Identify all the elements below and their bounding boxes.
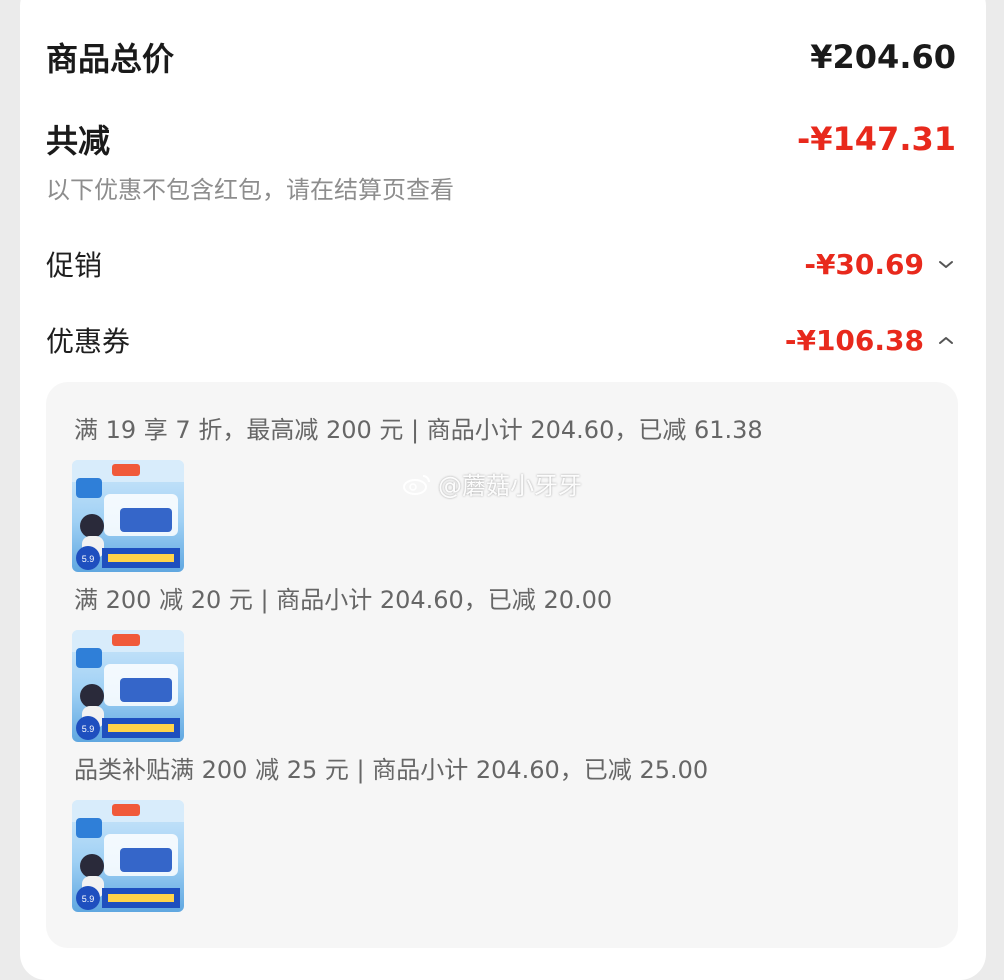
product-thumbnail[interactable]: 5.9	[72, 800, 184, 912]
svg-text:5.9: 5.9	[82, 554, 95, 564]
total-price-label: 商品总价	[46, 40, 175, 78]
chevron-up-icon[interactable]	[936, 330, 956, 350]
chevron-down-icon[interactable]	[936, 254, 956, 274]
total-price-row: 商品总价 ¥204.60	[46, 34, 956, 80]
svg-text:5.9: 5.9	[82, 724, 95, 734]
total-price-value: ¥204.60	[810, 38, 956, 76]
coupon-label: 优惠券	[46, 325, 131, 358]
product-thumbnail[interactable]: 5.9	[72, 630, 184, 742]
total-reduce-value: -¥147.31	[796, 120, 956, 158]
weibo-logo-icon	[403, 474, 430, 495]
coupon-detail-1: 满 19 享 7 折，最高减 200 元 | 商品小计 204.60，已减 61…	[74, 416, 763, 444]
svg-text:5.9: 5.9	[82, 894, 95, 904]
promotion-label: 促销	[46, 249, 103, 282]
product-thumbnail[interactable]: 5.9	[72, 460, 184, 572]
promotion-value: -¥30.69	[804, 247, 924, 281]
weibo-watermark: @蘑菇小牙牙	[402, 466, 582, 501]
coupon-value: -¥106.38	[784, 323, 924, 357]
watermark-text: @蘑菇小牙牙	[438, 472, 582, 500]
red-packet-hint: 以下优惠不包含红包，请在结算页查看	[46, 176, 454, 204]
promotion-row[interactable]: 促销 -¥30.69	[46, 244, 956, 284]
total-reduce-row: 共减 -¥147.31	[46, 116, 956, 162]
coupon-detail-2: 满 200 减 20 元 | 商品小计 204.60，已减 20.00	[74, 586, 613, 614]
coupon-detail-3: 品类补贴满 200 减 25 元 | 商品小计 204.60，已减 25.00	[74, 756, 709, 784]
coupon-row[interactable]: 优惠券 -¥106.38	[46, 320, 956, 360]
total-reduce-label: 共减	[46, 122, 111, 160]
